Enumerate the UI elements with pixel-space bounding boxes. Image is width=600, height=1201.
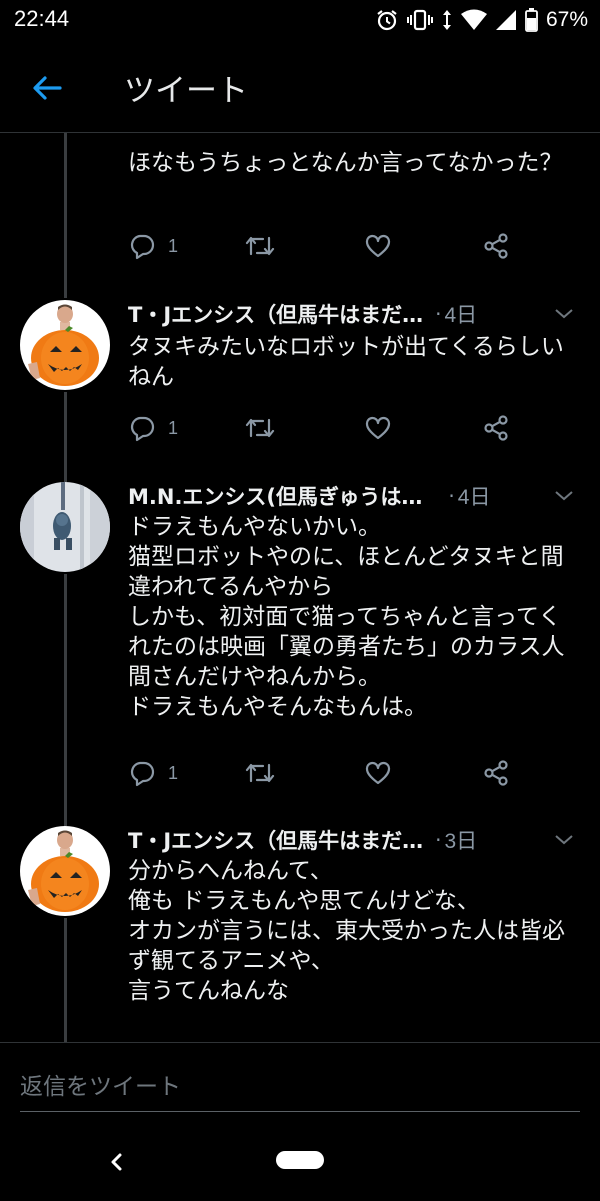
- chevron-down-icon[interactable]: [552, 301, 576, 329]
- reply-icon: [130, 234, 155, 260]
- tweet-text: ドラえもんやないかい。 猫型ロボットやのに、ほとんどタヌキと間違われてるんやから…: [128, 514, 565, 720]
- retweet-icon: [245, 763, 275, 783]
- share-button[interactable]: [482, 757, 510, 789]
- thread-line: [64, 392, 67, 482]
- chevron-left-icon: [111, 1153, 122, 1171]
- system-back-button[interactable]: [104, 1147, 128, 1177]
- retweet-button[interactable]: [244, 412, 276, 444]
- author-name[interactable]: T・Jエンシス（但馬牛はまだ…: [128, 825, 423, 855]
- vibrate-icon: [406, 8, 433, 32]
- top-app-bar: ツイート: [0, 40, 600, 133]
- like-button[interactable]: [364, 757, 392, 789]
- chevron-down-icon[interactable]: [552, 483, 576, 511]
- retweet-button[interactable]: [244, 757, 276, 789]
- tweet-actions: 1: [128, 230, 558, 262]
- reply-button[interactable]: 1: [128, 757, 178, 789]
- retweet-button[interactable]: [244, 230, 276, 262]
- tweet-text: ほなもうちょっとなんか言ってなかった？: [128, 150, 563, 176]
- share-icon: [484, 233, 508, 259]
- tweet-text: 分からへんねんて、 俺も ドラえもんや思てんけどな、 オカンが言うには、東大受か…: [128, 858, 565, 1004]
- status-icons: 67%: [375, 7, 588, 33]
- signal-icon: [495, 9, 517, 31]
- separator-dot: ·: [448, 484, 455, 508]
- battery-percent: 67%: [545, 8, 588, 31]
- heart-icon: [365, 416, 391, 440]
- battery-icon: [525, 8, 538, 32]
- avatar[interactable]: [20, 482, 110, 572]
- home-pill-button[interactable]: [276, 1151, 324, 1169]
- like-button[interactable]: [364, 412, 392, 444]
- thread-line: [64, 133, 67, 298]
- status-time: 22:44: [14, 6, 70, 31]
- share-icon: [484, 760, 508, 786]
- share-button[interactable]: [482, 230, 510, 262]
- reply-count: 1: [168, 417, 179, 438]
- avatar[interactable]: [20, 300, 110, 390]
- reply-icon: [130, 416, 155, 442]
- tweet-header: T・Jエンシス（但馬牛はまだ… · 4日: [128, 299, 578, 329]
- heart-icon: [365, 761, 391, 785]
- retweet-icon: [245, 236, 275, 256]
- chevron-down-icon[interactable]: [552, 827, 576, 855]
- page-title: ツイート: [124, 73, 248, 109]
- reply-count: 1: [168, 762, 179, 783]
- share-icon: [484, 415, 508, 441]
- thread-line: [64, 918, 67, 1042]
- alarm-icon: [375, 8, 399, 32]
- avatar[interactable]: [20, 826, 110, 916]
- reply-icon: [130, 761, 155, 787]
- system-nav-bar: [0, 1125, 600, 1200]
- separator-dot: ·: [435, 302, 442, 326]
- reply-input[interactable]: [20, 1063, 580, 1112]
- data-arrows-icon: [441, 8, 453, 32]
- tweet-actions: 1: [128, 412, 558, 444]
- separator-dot: ·: [435, 828, 442, 852]
- heart-icon: [365, 234, 391, 258]
- author-name[interactable]: T・Jエンシス（但馬牛はまだ…: [128, 299, 423, 329]
- reply-count: 1: [168, 235, 179, 256]
- reply-button[interactable]: 1: [128, 412, 178, 444]
- tweet-header: M.N.エンシス(但馬ぎゅうは… · 4日: [128, 481, 578, 511]
- retweet-icon: [245, 418, 275, 438]
- tweet-header: T・Jエンシス（但馬牛はまだ… · 3日: [128, 825, 578, 855]
- arrow-left-icon: [33, 76, 62, 100]
- reply-button[interactable]: 1: [128, 230, 178, 262]
- tweet-date: 4日: [457, 486, 491, 509]
- thread-line: [64, 574, 67, 826]
- tweet-date: 4日: [444, 304, 478, 327]
- wifi-icon: [460, 9, 487, 31]
- share-button[interactable]: [482, 412, 510, 444]
- tweet-date: 3日: [444, 830, 478, 853]
- back-button[interactable]: [26, 66, 70, 110]
- tweet-actions: 1: [128, 757, 558, 789]
- like-button[interactable]: [364, 230, 392, 262]
- author-name[interactable]: M.N.エンシス(但馬ぎゅうは…: [128, 481, 422, 511]
- tweet-text: タヌキみたいなロボットが出てくるらしいねん: [128, 334, 564, 390]
- status-bar: 22:44 67%: [0, 0, 600, 40]
